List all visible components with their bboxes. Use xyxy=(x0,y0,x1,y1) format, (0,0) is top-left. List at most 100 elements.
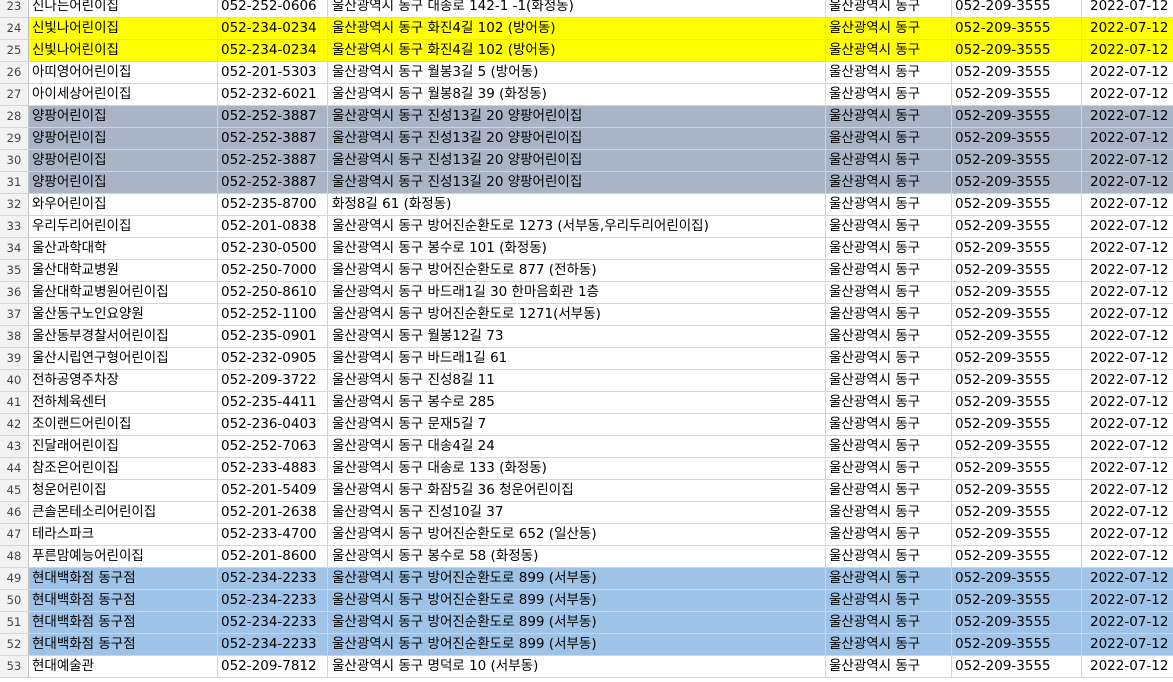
phone-cell[interactable]: 052-252-1100 xyxy=(218,304,328,325)
district-cell[interactable]: 울산광역시 동구 xyxy=(826,546,952,567)
address-cell[interactable]: 울산광역시 동구 진성8길 11 xyxy=(328,370,826,391)
phone-cell[interactable]: 052-234-2233 xyxy=(218,568,328,589)
address-cell[interactable]: 울산광역시 동구 방어진순환도로 899 (서부동) xyxy=(328,590,826,611)
row-number-cell[interactable]: 45 xyxy=(0,480,29,501)
facility-name-cell[interactable]: 푸른맘예능어린이집 xyxy=(29,546,218,567)
address-cell[interactable]: 울산광역시 동구 화진4길 102 (방어동) xyxy=(328,18,826,39)
row-number-cell[interactable]: 23 xyxy=(0,0,29,17)
date-cell[interactable]: 2022-07-12 xyxy=(1082,0,1173,17)
contact-phone-cell[interactable]: 052-209-3555 xyxy=(952,612,1082,633)
district-cell[interactable]: 울산광역시 동구 xyxy=(826,62,952,83)
contact-phone-cell[interactable]: 052-209-3555 xyxy=(952,414,1082,435)
address-cell[interactable]: 울산광역시 동구 방어진순환도로 899 (서부동) xyxy=(328,568,826,589)
phone-cell[interactable]: 052-233-4700 xyxy=(218,524,328,545)
address-cell[interactable]: 울산광역시 동구 방어진순환도로 899 (서부동) xyxy=(328,612,826,633)
phone-cell[interactable]: 052-252-3887 xyxy=(218,172,328,193)
row-number-cell[interactable]: 46 xyxy=(0,502,29,523)
facility-name-cell[interactable]: 청운어린이집 xyxy=(29,480,218,501)
address-cell[interactable]: 울산광역시 동구 바드래1길 30 한마음회관 1층 xyxy=(328,282,826,303)
date-cell[interactable]: 2022-07-12 xyxy=(1082,194,1173,215)
district-cell[interactable]: 울산광역시 동구 xyxy=(826,436,952,457)
facility-name-cell[interactable]: 울산대학교병원어린이집 xyxy=(29,282,218,303)
district-cell[interactable]: 울산광역시 동구 xyxy=(826,238,952,259)
date-cell[interactable]: 2022-07-12 xyxy=(1082,304,1173,325)
row-number-cell[interactable]: 40 xyxy=(0,370,29,391)
facility-name-cell[interactable]: 진달래어린이집 xyxy=(29,436,218,457)
row-number-cell[interactable]: 24 xyxy=(0,18,29,39)
contact-phone-cell[interactable]: 052-209-3555 xyxy=(952,370,1082,391)
row-number-cell[interactable]: 30 xyxy=(0,150,29,171)
phone-cell[interactable]: 052-232-0905 xyxy=(218,348,328,369)
district-cell[interactable]: 울산광역시 동구 xyxy=(826,0,952,17)
phone-cell[interactable]: 052-252-3887 xyxy=(218,106,328,127)
date-cell[interactable]: 2022-07-12 xyxy=(1082,150,1173,171)
facility-name-cell[interactable]: 큰솔몬테소리어린이집 xyxy=(29,502,218,523)
date-cell[interactable]: 2022-07-12 xyxy=(1082,40,1173,61)
district-cell[interactable]: 울산광역시 동구 xyxy=(826,590,952,611)
contact-phone-cell[interactable]: 052-209-3555 xyxy=(952,436,1082,457)
district-cell[interactable]: 울산광역시 동구 xyxy=(826,172,952,193)
contact-phone-cell[interactable]: 052-209-3555 xyxy=(952,480,1082,501)
facility-name-cell[interactable]: 우리두리어린이집 xyxy=(29,216,218,237)
row-number-cell[interactable]: 37 xyxy=(0,304,29,325)
contact-phone-cell[interactable]: 052-209-3555 xyxy=(952,238,1082,259)
phone-cell[interactable]: 052-209-7812 xyxy=(218,656,328,677)
address-cell[interactable]: 울산광역시 동구 진성13길 20 양팡어린이집 xyxy=(328,106,826,127)
district-cell[interactable]: 울산광역시 동구 xyxy=(826,216,952,237)
facility-name-cell[interactable]: 현대백화점 동구점 xyxy=(29,590,218,611)
row-number-cell[interactable]: 34 xyxy=(0,238,29,259)
address-cell[interactable]: 울산광역시 동구 방어진순환도로 1271(서부동) xyxy=(328,304,826,325)
address-cell[interactable]: 울산광역시 동구 대송로 133 (화정동) xyxy=(328,458,826,479)
phone-cell[interactable]: 052-252-3887 xyxy=(218,128,328,149)
row-number-cell[interactable]: 38 xyxy=(0,326,29,347)
date-cell[interactable]: 2022-07-12 xyxy=(1082,326,1173,347)
phone-cell[interactable]: 052-232-6021 xyxy=(218,84,328,105)
row-number-cell[interactable]: 53 xyxy=(0,656,29,677)
date-cell[interactable]: 2022-07-12 xyxy=(1082,524,1173,545)
date-cell[interactable]: 2022-07-12 xyxy=(1082,656,1173,677)
address-cell[interactable]: 화정8길 61 (화정동) xyxy=(328,194,826,215)
row-number-cell[interactable]: 51 xyxy=(0,612,29,633)
address-cell[interactable]: 울산광역시 동구 대송4길 24 xyxy=(328,436,826,457)
row-number-cell[interactable]: 27 xyxy=(0,84,29,105)
row-number-cell[interactable]: 49 xyxy=(0,568,29,589)
address-cell[interactable]: 울산광역시 동구 대송로 142-1 -1(화정동) xyxy=(328,0,826,17)
date-cell[interactable]: 2022-07-12 xyxy=(1082,370,1173,391)
date-cell[interactable]: 2022-07-12 xyxy=(1082,568,1173,589)
district-cell[interactable]: 울산광역시 동구 xyxy=(826,612,952,633)
address-cell[interactable]: 울산광역시 동구 월봉12길 73 xyxy=(328,326,826,347)
district-cell[interactable]: 울산광역시 동구 xyxy=(826,392,952,413)
district-cell[interactable]: 울산광역시 동구 xyxy=(826,458,952,479)
address-cell[interactable]: 울산광역시 동구 진성13길 20 양팡어린이집 xyxy=(328,150,826,171)
phone-cell[interactable]: 052-201-5409 xyxy=(218,480,328,501)
district-cell[interactable]: 울산광역시 동구 xyxy=(826,150,952,171)
contact-phone-cell[interactable]: 052-209-3555 xyxy=(952,656,1082,677)
district-cell[interactable]: 울산광역시 동구 xyxy=(826,348,952,369)
date-cell[interactable]: 2022-07-12 xyxy=(1082,62,1173,83)
facility-name-cell[interactable]: 울산동부경찰서어린이집 xyxy=(29,326,218,347)
row-number-cell[interactable]: 25 xyxy=(0,40,29,61)
address-cell[interactable]: 울산광역시 동구 방어진순환도로 899 (서부동) xyxy=(328,634,826,655)
facility-name-cell[interactable]: 현대백화점 동구점 xyxy=(29,634,218,655)
district-cell[interactable]: 울산광역시 동구 xyxy=(826,84,952,105)
phone-cell[interactable]: 052-233-4883 xyxy=(218,458,328,479)
district-cell[interactable]: 울산광역시 동구 xyxy=(826,260,952,281)
row-number-cell[interactable]: 50 xyxy=(0,590,29,611)
address-cell[interactable]: 울산광역시 동구 월봉3길 5 (방어동) xyxy=(328,62,826,83)
address-cell[interactable]: 울산광역시 동구 화잠5길 36 청운어린이집 xyxy=(328,480,826,501)
district-cell[interactable]: 울산광역시 동구 xyxy=(826,634,952,655)
date-cell[interactable]: 2022-07-12 xyxy=(1082,502,1173,523)
contact-phone-cell[interactable]: 052-209-3555 xyxy=(952,282,1082,303)
phone-cell[interactable]: 052-235-0901 xyxy=(218,326,328,347)
phone-cell[interactable]: 052-201-8600 xyxy=(218,546,328,567)
facility-name-cell[interactable]: 신나는어린이집 xyxy=(29,0,218,17)
facility-name-cell[interactable]: 아이세상어린이집 xyxy=(29,84,218,105)
district-cell[interactable]: 울산광역시 동구 xyxy=(826,568,952,589)
phone-cell[interactable]: 052-234-2233 xyxy=(218,612,328,633)
district-cell[interactable]: 울산광역시 동구 xyxy=(826,40,952,61)
row-number-cell[interactable]: 48 xyxy=(0,546,29,567)
phone-cell[interactable]: 052-235-4411 xyxy=(218,392,328,413)
row-number-cell[interactable]: 35 xyxy=(0,260,29,281)
date-cell[interactable]: 2022-07-12 xyxy=(1082,172,1173,193)
contact-phone-cell[interactable]: 052-209-3555 xyxy=(952,216,1082,237)
